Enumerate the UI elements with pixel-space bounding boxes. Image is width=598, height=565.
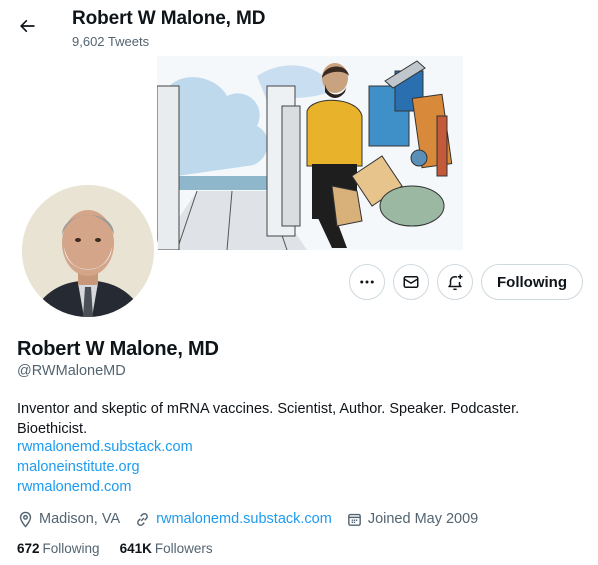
- bio-link-substack[interactable]: rwmalonemd.substack.com: [17, 437, 193, 457]
- bio-link-institute[interactable]: maloneinstitute.org: [17, 457, 193, 477]
- website: rwmalonemd.substack.com: [134, 511, 332, 528]
- joined-text: Joined May 2009: [367, 511, 479, 527]
- bio-links: rwmalonemd.substack.com maloneinstitute.…: [17, 437, 193, 497]
- profile-handle: @RWMaloneMD: [17, 363, 126, 379]
- profile-name: Robert W Malone, MD: [17, 338, 219, 360]
- profile-meta: Madison, VA rwmalonemd.substack.com Join…: [17, 509, 492, 529]
- header-name: Robert W Malone, MD: [72, 8, 266, 29]
- notifications-button[interactable]: [437, 264, 473, 300]
- following-count: 672: [17, 541, 40, 556]
- back-button[interactable]: [10, 9, 44, 43]
- location-pin-icon: [19, 511, 32, 528]
- banner-image[interactable]: [157, 56, 463, 250]
- location-text: Madison, VA: [39, 511, 121, 527]
- profile-avatar[interactable]: [18, 181, 158, 321]
- envelope-icon: [403, 276, 419, 288]
- calendar-icon: [347, 513, 361, 526]
- message-button[interactable]: [393, 264, 429, 300]
- arrow-left-icon: [20, 19, 35, 33]
- avatar-photo: [22, 185, 154, 317]
- banner-illustration: [157, 56, 463, 250]
- joined-date: Joined May 2009: [346, 511, 478, 528]
- profile-bio: Inventor and skeptic of mRNA vaccines. S…: [17, 401, 520, 437]
- bio-link-website[interactable]: rwmalonemd.com: [17, 477, 193, 497]
- followers-stat[interactable]: 641K Followers: [120, 541, 213, 556]
- following-label: Following: [42, 541, 100, 556]
- location: Madison, VA: [17, 511, 120, 528]
- tweet-count: 9,602 Tweets: [72, 34, 150, 49]
- following-stat[interactable]: 672 Following: [17, 541, 100, 556]
- link-icon: [137, 512, 149, 526]
- profile-stats: 672 Following 641K Followers: [17, 541, 233, 556]
- followers-count: 641K: [119, 541, 152, 556]
- more-button[interactable]: [349, 264, 385, 300]
- more-dots-icon: [360, 280, 374, 284]
- top-bar: Robert W Malone, MD 9,602 Tweets: [0, 0, 598, 56]
- bell-plus-icon: [448, 274, 463, 291]
- website-link[interactable]: rwmalonemd.substack.com: [156, 511, 332, 527]
- following-button[interactable]: Following: [481, 264, 583, 300]
- followers-label: Followers: [154, 541, 213, 556]
